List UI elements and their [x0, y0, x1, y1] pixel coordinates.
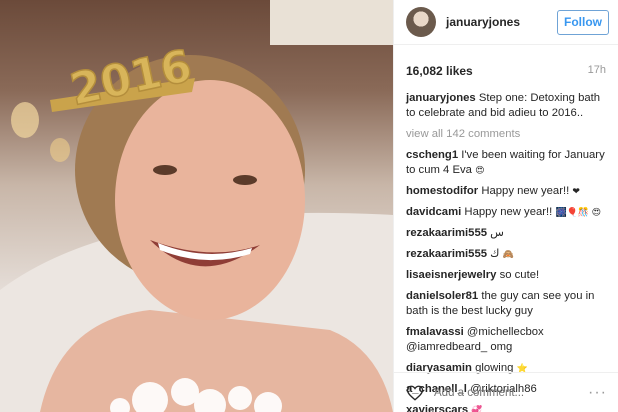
comment-emoji: ❤	[572, 186, 580, 196]
post-header: januaryjones Follow	[394, 0, 618, 45]
username-link[interactable]: januaryjones	[446, 15, 557, 29]
comment-text: ك	[490, 248, 500, 260]
post-time[interactable]: 17h	[588, 64, 606, 78]
candle-glow	[11, 102, 39, 138]
candle-glow	[50, 138, 70, 162]
comment-item: homestodifor Happy new year!! ❤	[406, 184, 611, 199]
comment-item: davidcami Happy new year!! 🎆🎈🎊 😍	[406, 205, 611, 220]
face	[115, 80, 305, 320]
comment-username[interactable]: rezakaarimi555	[406, 227, 487, 239]
comment-text: Happy new year!!	[464, 206, 553, 218]
comment-username[interactable]: davidcami	[406, 206, 461, 218]
comment-item: fmalavassi @michellecbox @iamredbeard_ o…	[406, 325, 611, 355]
comment-text: Happy new year!!	[481, 185, 570, 197]
eye-right	[233, 175, 257, 185]
comment-text: so cute!	[499, 269, 540, 281]
caption: januaryjones Step one: Detoxing bath to …	[406, 91, 611, 121]
heart-icon[interactable]	[406, 384, 424, 402]
comment-item: lisaeisnerjewelry so cute!	[406, 268, 611, 283]
comment-emoji: 🎆🎈🎊 😍	[555, 207, 601, 217]
instagram-post: 2016 januaryjones Follow 16,082 likes 17…	[0, 0, 618, 412]
comment-item: cscheng1 I've been waiting for January t…	[406, 148, 611, 178]
post-photo[interactable]: 2016	[0, 0, 393, 412]
comment-text: س	[490, 227, 504, 239]
comment-username[interactable]: lisaeisnerjewelry	[406, 269, 496, 281]
post-sidebar: januaryjones Follow 16,082 likes 17h jan…	[393, 0, 618, 412]
comment-username[interactable]: danielsoler81	[406, 290, 478, 302]
comment-username[interactable]: rezakaarimi555	[406, 248, 487, 260]
photo-illustration: 2016	[0, 0, 393, 412]
comment-username[interactable]: cscheng1	[406, 149, 458, 161]
comment-username[interactable]: fmalavassi	[406, 326, 464, 338]
likes-count[interactable]: 16,082 likes	[406, 64, 473, 78]
follow-button[interactable]: Follow	[557, 9, 609, 35]
comment-item: danielsoler81 the guy can see you in bat…	[406, 289, 611, 319]
comment-emoji: 😍	[475, 165, 485, 175]
towel	[270, 0, 393, 45]
more-options-icon[interactable]: ···	[588, 384, 607, 402]
comment-item: rezakaarimi555 ك 🙈	[406, 247, 611, 262]
add-comment-input[interactable]	[434, 386, 584, 399]
comment-item: rezakaarimi555 س	[406, 226, 611, 241]
comment-emoji: 🙈	[502, 249, 514, 259]
avatar[interactable]	[406, 7, 436, 37]
comments-list: januaryjones Step one: Detoxing bath to …	[406, 91, 611, 412]
comment-username[interactable]: homestodifor	[406, 185, 478, 197]
post-meta: 16,082 likes 17h	[406, 64, 606, 78]
add-comment-bar: ···	[394, 372, 618, 412]
view-all-comments-link[interactable]: view all 142 comments	[406, 127, 611, 142]
eye-left	[153, 165, 177, 175]
caption-username[interactable]: januaryjones	[406, 92, 476, 104]
